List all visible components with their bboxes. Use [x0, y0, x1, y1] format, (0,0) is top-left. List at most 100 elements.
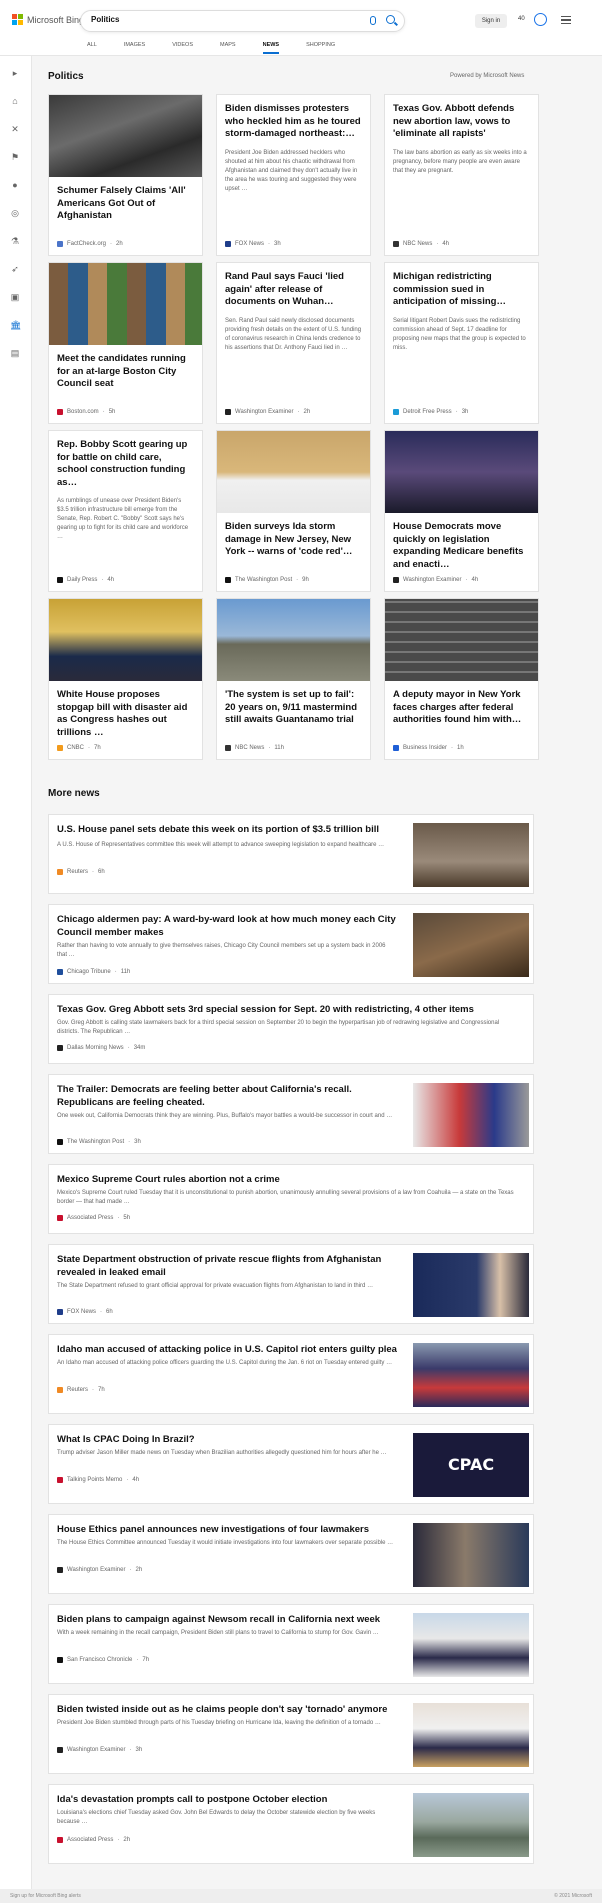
- list-item[interactable]: Ida's devastation prompts call to postpo…: [48, 1784, 534, 1864]
- list-item[interactable]: Biden plans to campaign against Newsom r…: [48, 1604, 534, 1684]
- news-card[interactable]: Biden surveys Ida storm damage in New Je…: [216, 430, 371, 592]
- list-item[interactable]: Mexico Supreme Court rules abortion not …: [48, 1164, 534, 1234]
- source-logo-icon: [225, 241, 231, 247]
- footer-alerts-link[interactable]: Sign up for Microsoft Bing alerts: [10, 1893, 81, 1899]
- news-card[interactable]: Texas Gov. Abbott defends new abortion l…: [384, 94, 539, 256]
- item-title[interactable]: State Department obstruction of private …: [57, 1253, 397, 1279]
- expand-arrow-icon[interactable]: ▸: [10, 68, 20, 78]
- search-icon[interactable]: [386, 15, 395, 24]
- news-card[interactable]: House Democrats move quickly on legislat…: [384, 430, 539, 592]
- card-title[interactable]: House Democrats move quickly on legislat…: [385, 521, 538, 571]
- news-card[interactable]: 'The system is set up to fail': 20 years…: [216, 598, 371, 760]
- tab-shopping[interactable]: SHOPPING: [306, 40, 335, 54]
- tab-maps[interactable]: MAPS: [220, 40, 236, 54]
- list-item[interactable]: Chicago aldermen pay: A ward-by-ward loo…: [48, 904, 534, 984]
- card-title[interactable]: Texas Gov. Abbott defends new abortion l…: [385, 103, 538, 141]
- item-source: Chicago Tribune · 11h: [57, 969, 130, 975]
- item-title[interactable]: Chicago aldermen pay: A ward-by-ward loo…: [57, 913, 397, 939]
- home-icon[interactable]: ⌂: [10, 96, 20, 106]
- tab-videos[interactable]: VIDEOS: [172, 40, 193, 54]
- money-icon[interactable]: ▤: [10, 348, 20, 358]
- card-title[interactable]: Schumer Falsely Claims 'All' Americans G…: [49, 185, 202, 223]
- sports-icon[interactable]: ✕: [10, 124, 20, 134]
- rewards-icon[interactable]: [534, 13, 547, 26]
- globe-icon[interactable]: ◎: [10, 208, 20, 218]
- card-title[interactable]: Biden surveys Ida storm damage in New Je…: [217, 521, 370, 559]
- card-title[interactable]: A deputy mayor in New York faces charges…: [385, 689, 538, 727]
- rocket-icon[interactable]: ➶: [10, 264, 20, 274]
- news-card[interactable]: Biden dismisses protesters who heckled h…: [216, 94, 371, 256]
- item-thumbnail[interactable]: [413, 1793, 529, 1857]
- item-title[interactable]: Biden twisted inside out as he claims pe…: [57, 1703, 397, 1716]
- tab-all[interactable]: ALL: [87, 40, 97, 54]
- list-item[interactable]: Idaho man accused of attacking police in…: [48, 1334, 534, 1414]
- list-item[interactable]: U.S. House panel sets debate this week o…: [48, 814, 534, 894]
- list-item[interactable]: Biden twisted inside out as he claims pe…: [48, 1694, 534, 1774]
- item-thumbnail[interactable]: [413, 1253, 529, 1317]
- source-name: Washington Examiner: [235, 409, 294, 415]
- card-image: [385, 599, 538, 681]
- item-thumbnail[interactable]: [413, 1523, 529, 1587]
- politics-icon[interactable]: 🏛: [10, 320, 21, 330]
- card-title[interactable]: Rep. Bobby Scott gearing up for battle o…: [49, 439, 202, 489]
- item-title[interactable]: Texas Gov. Greg Abbott sets 3rd special …: [57, 1003, 517, 1016]
- item-title[interactable]: Ida's devastation prompts call to postpo…: [57, 1793, 397, 1806]
- microphone-icon[interactable]: [370, 16, 376, 25]
- list-item[interactable]: The Trailer: Democrats are feeling bette…: [48, 1074, 534, 1154]
- search-input[interactable]: [91, 15, 351, 24]
- source-name: Dallas Morning News: [67, 1045, 124, 1051]
- source-logo-icon: [57, 1747, 63, 1753]
- source-name: Reuters: [67, 869, 89, 875]
- item-title[interactable]: Biden plans to campaign against Newsom r…: [57, 1613, 397, 1626]
- item-snippet: One week out, California Democrats think…: [57, 1113, 393, 1119]
- list-item[interactable]: State Department obstruction of private …: [48, 1244, 534, 1324]
- news-card[interactable]: Meet the candidates running for an at-la…: [48, 262, 203, 424]
- item-thumbnail[interactable]: [413, 1083, 529, 1147]
- item-title[interactable]: The Trailer: Democrats are feeling bette…: [57, 1083, 397, 1109]
- tab-news[interactable]: NEWS: [262, 40, 280, 54]
- news-card[interactable]: Schumer Falsely Claims 'All' Americans G…: [48, 94, 203, 256]
- source-name: FOX News: [67, 1309, 97, 1315]
- brand-name: Microsoft Bing: [27, 14, 85, 25]
- item-title[interactable]: Mexico Supreme Court rules abortion not …: [57, 1173, 517, 1186]
- item-title[interactable]: U.S. House panel sets debate this week o…: [57, 823, 397, 836]
- source-name: The Washington Post: [67, 1139, 125, 1145]
- news-card[interactable]: Rand Paul says Fauci 'lied again' after …: [216, 262, 371, 424]
- news-card[interactable]: A deputy mayor in New York faces charges…: [384, 598, 539, 760]
- news-card[interactable]: White House proposes stopgap bill with d…: [48, 598, 203, 760]
- card-title[interactable]: Meet the candidates running for an at-la…: [49, 353, 202, 391]
- sign-in-button[interactable]: Sign in: [475, 14, 507, 28]
- card-title[interactable]: White House proposes stopgap bill with d…: [49, 689, 202, 739]
- entertainment-icon[interactable]: ▣: [10, 292, 20, 302]
- list-item[interactable]: What Is CPAC Doing In Brazil? Trump advi…: [48, 1424, 534, 1504]
- list-item[interactable]: Texas Gov. Greg Abbott sets 3rd special …: [48, 994, 534, 1064]
- search-box[interactable]: [80, 10, 405, 32]
- card-snippet: President Joe Biden addressed hecklers w…: [225, 149, 358, 192]
- item-thumbnail[interactable]: [413, 913, 529, 977]
- news-card[interactable]: Rep. Bobby Scott gearing up for battle o…: [48, 430, 203, 592]
- card-title[interactable]: 'The system is set up to fail': 20 years…: [217, 689, 370, 727]
- item-title[interactable]: What Is CPAC Doing In Brazil?: [57, 1433, 397, 1446]
- hamburger-menu-icon[interactable]: [561, 16, 571, 24]
- item-title[interactable]: Idaho man accused of attacking police in…: [57, 1343, 397, 1356]
- news-card[interactable]: Michigan redistricting commission sued i…: [384, 262, 539, 424]
- flag-icon[interactable]: ⚑: [10, 152, 20, 162]
- bing-logo[interactable]: Microsoft Bing: [12, 14, 84, 25]
- card-title[interactable]: Michigan redistricting commission sued i…: [385, 271, 538, 309]
- rewards-points[interactable]: 40: [518, 16, 525, 22]
- item-thumbnail[interactable]: [413, 823, 529, 887]
- card-source: FactCheck.org · 2h: [57, 241, 123, 247]
- location-pin-icon[interactable]: ●: [10, 180, 20, 190]
- item-thumbnail[interactable]: [413, 1703, 529, 1767]
- card-title[interactable]: Rand Paul says Fauci 'lied again' after …: [217, 271, 370, 309]
- item-thumbnail[interactable]: [413, 1613, 529, 1677]
- tab-images[interactable]: IMAGES: [124, 40, 145, 54]
- page-footer: Sign up for Microsoft Bing alerts © 2021…: [0, 1889, 602, 1903]
- item-thumbnail[interactable]: CPAC: [413, 1433, 529, 1497]
- item-title[interactable]: House Ethics panel announces new investi…: [57, 1523, 397, 1536]
- source-logo-icon: [393, 409, 399, 415]
- item-thumbnail[interactable]: [413, 1343, 529, 1407]
- card-title[interactable]: Biden dismisses protesters who heckled h…: [217, 103, 370, 141]
- science-icon[interactable]: ⚗: [10, 236, 20, 246]
- list-item[interactable]: House Ethics panel announces new investi…: [48, 1514, 534, 1594]
